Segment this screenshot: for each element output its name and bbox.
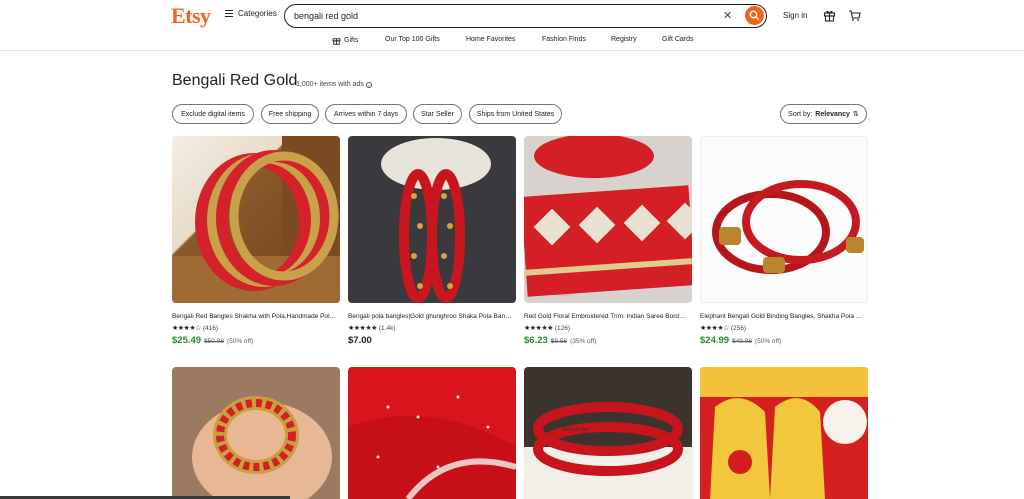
gift-icon (332, 38, 341, 45)
discount-label: (50% off) (754, 338, 782, 345)
product-title[interactable]: Elephant Bengali Gold Binding Bangles, S… (700, 313, 865, 320)
search-button[interactable] (745, 6, 764, 25)
product-title[interactable]: Red Gold Floral Embroidered Trim: Indian… (524, 313, 689, 320)
filter-arrives-7-days[interactable]: Arrives within 7 days (325, 104, 407, 124)
original-price: $9.58 (550, 338, 568, 345)
bangle-image (172, 136, 340, 303)
star-rating-icon: ★★★★★ (524, 325, 553, 332)
search-bar[interactable]: bengali red gold ✕ (284, 4, 767, 28)
price-block: $6.23 $9.58 (35% off) (524, 335, 692, 346)
product-card[interactable]: Elephant Bengali Gold Binding Bangles, S… (700, 136, 868, 346)
sort-label: Sort by: (788, 110, 813, 118)
clear-search-icon[interactable]: ✕ (723, 9, 732, 22)
review-count: (126) (554, 324, 571, 332)
page-title: Bengali Red Gold (172, 72, 298, 89)
review-count: (256) (730, 324, 747, 332)
sale-price: $25.49 (172, 335, 202, 346)
filter-star-seller[interactable]: Star Seller (413, 104, 462, 124)
review-count: (416) (202, 324, 219, 332)
sign-in-link[interactable]: Sign in (783, 11, 807, 20)
trim-image (524, 136, 692, 297)
nav-top-100-gifts[interactable]: Our Top 100 Gifts (385, 36, 440, 43)
bangle-image (381, 138, 491, 303)
product-image[interactable] (348, 367, 516, 499)
filter-free-shipping[interactable]: Free shipping (261, 104, 319, 124)
bangle-image (712, 180, 864, 274)
discount-label: (35% off) (570, 338, 597, 345)
saree-image (348, 395, 516, 499)
sale-price: $24.99 (700, 335, 730, 346)
product-title[interactable]: Bengali Red Bangles Shakha with Pola,Han… (172, 313, 337, 320)
categories-label: Categories (238, 9, 277, 18)
filter-exclude-digital[interactable]: Exclude digital items (172, 104, 254, 124)
sale-price: $6.23 (524, 335, 548, 346)
sort-value: Relevancy (815, 110, 850, 118)
bangle-image (192, 396, 332, 499)
product-title[interactable]: Bengali pola bangles|Gold ghunghroo Shak… (348, 313, 513, 320)
search-input[interactable]: bengali red gold (294, 11, 358, 21)
product-image[interactable]: Abhushnam (524, 367, 692, 499)
product-image[interactable] (348, 136, 516, 303)
product-rating: ★★★★★ (1.4k) (348, 324, 516, 333)
nav-gifts[interactable]: Gifts (332, 36, 358, 45)
search-icon (749, 10, 760, 21)
sort-dropdown[interactable]: Sort by: Relevancy ⇅ (780, 104, 867, 124)
nav-gift-cards[interactable]: Gift Cards (662, 36, 694, 43)
star-rating-icon: ★★★★☆ (700, 325, 729, 332)
categories-button[interactable]: Categories (225, 9, 277, 18)
product-image[interactable] (524, 136, 692, 303)
watermark-text: Abhushnam (562, 427, 589, 433)
gift-icon[interactable] (823, 9, 836, 22)
price-block: $25.49 $50.98 (50% off) (172, 335, 340, 346)
category-nav: Gifts Our Top 100 Gifts Home Favorites F… (0, 33, 1024, 51)
product-card[interactable]: Bengali pola bangles|Gold ghunghroo Shak… (348, 136, 516, 346)
product-card[interactable]: Red Gold Floral Embroidered Trim: Indian… (524, 136, 692, 346)
product-image[interactable] (700, 367, 868, 499)
product-image[interactable] (172, 367, 340, 499)
info-icon[interactable]: i (365, 81, 372, 88)
product-rating: ★★★★★ (126) (524, 324, 692, 333)
price-block: $24.99 $49.98 (50% off) (700, 335, 868, 346)
cart-icon[interactable] (848, 9, 861, 22)
decor-image (700, 367, 868, 499)
discount-label: (50% off) (226, 338, 254, 345)
price-block: $7.00 (348, 335, 516, 346)
sort-arrows-icon: ⇅ (852, 111, 859, 118)
nav-registry[interactable]: Registry (611, 36, 637, 43)
product-rating: ★★★★☆ (416) (172, 324, 340, 333)
result-count-label: 1,000+ items with ads (296, 81, 364, 88)
review-count: (1.4k) (378, 324, 396, 332)
nav-fashion-finds[interactable]: Fashion Finds (542, 36, 586, 43)
nav-gifts-label: Gifts (344, 37, 359, 44)
product-image[interactable] (700, 136, 868, 303)
header: Etsy Categories bengali red gold ✕ Sign … (0, 0, 1024, 32)
original-price: $50.98 (204, 338, 224, 345)
result-count: 1,000+ items with ads i (296, 81, 372, 88)
star-rating-icon: ★★★★☆ (172, 325, 201, 332)
menu-icon (225, 10, 233, 17)
star-rating-icon: ★★★★★ (348, 325, 377, 332)
bangle-image: Abhushnam (524, 402, 692, 499)
etsy-logo[interactable]: Etsy (171, 3, 211, 29)
nav-home-favorites[interactable]: Home Favorites (466, 36, 515, 43)
original-price: $49.98 (732, 338, 752, 345)
price: $7.00 (348, 335, 372, 346)
filter-ships-from-us[interactable]: Ships from United States (469, 104, 562, 124)
product-card[interactable]: Bengali Red Bangles Shakha with Pola,Han… (172, 136, 340, 346)
product-image[interactable] (172, 136, 340, 303)
product-rating: ★★★★☆ (256) (700, 324, 868, 333)
